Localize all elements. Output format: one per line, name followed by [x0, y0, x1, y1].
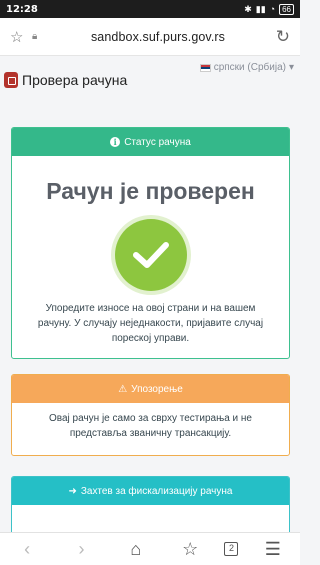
clock: 12:28 [6, 3, 38, 15]
browser-url-bar: ☆ 🔒︎ sandbox.suf.purs.gov.rs ↻ [0, 18, 300, 56]
wifi-icon: ◔ [269, 4, 276, 14]
page-title: Провера рачуна [22, 72, 128, 88]
warning-icon: ⚠ [118, 383, 128, 395]
url-text[interactable]: sandbox.suf.purs.gov.rs [46, 30, 270, 44]
status-card-heading: Статус рачуна [124, 136, 191, 148]
chevron-down-icon: ▾ [288, 62, 294, 73]
bluetooth-icon: ✱ [244, 3, 252, 14]
verified-title: Рачун је проверен [46, 178, 255, 204]
bookmarks-icon[interactable]: ☆ [170, 539, 210, 560]
status-bar: 12:28 ✱ ▮▮ ◔ 66 [0, 0, 300, 18]
warning-card-header: ⚠ Упозорење [12, 375, 289, 403]
arrow-right-icon: ➜ [68, 485, 77, 497]
lock-icon[interactable]: 🔒︎ [32, 31, 46, 42]
status-card-header: i Статус рачуна [12, 128, 289, 156]
app-logo [4, 72, 18, 88]
checkmark-icon [114, 219, 187, 291]
battery-indicator: 66 [279, 3, 294, 15]
home-icon[interactable]: ⌂ [116, 539, 156, 560]
reload-icon[interactable]: ↻ [270, 27, 290, 47]
info-icon: i [110, 137, 121, 147]
bookmark-star-icon[interactable]: ☆ [10, 28, 28, 46]
tabs-button[interactable]: 2 [224, 542, 239, 556]
language-selector[interactable]: српски (Србија) ▾ [199, 62, 294, 73]
app-header: Провера рачуна српски (Србија) ▾ [0, 56, 300, 104]
warning-card: ⚠ Упозорење Овај рачун је само за сврху … [11, 374, 290, 456]
signal-icon: ▮▮ [255, 3, 266, 14]
request-card-heading: Захтев за фискализацију рачуна [80, 485, 233, 497]
warning-card-heading: Упозорење [131, 383, 183, 395]
request-card: ➜ Захтев за фискализацију рачуна [11, 476, 290, 536]
menu-icon[interactable]: ☰ [253, 539, 293, 560]
language-label: српски (Србија) [213, 62, 286, 73]
status-card: i Статус рачуна Рачун је проверен Упоред… [11, 127, 290, 359]
warning-text: Овај рачун је само за сврху тестирања и … [49, 413, 252, 439]
request-card-header[interactable]: ➜ Захтев за фискализацију рачуна [12, 477, 289, 505]
browser-bottom-nav: ‹ › ⌂ ☆ 2 ☰ [0, 532, 300, 565]
serbian-flag-icon [199, 63, 211, 72]
status-description: Упоредите износе на овој страни и на ваш… [37, 303, 264, 344]
back-icon[interactable]: ‹ [7, 539, 47, 560]
forward-icon[interactable]: › [61, 539, 101, 560]
